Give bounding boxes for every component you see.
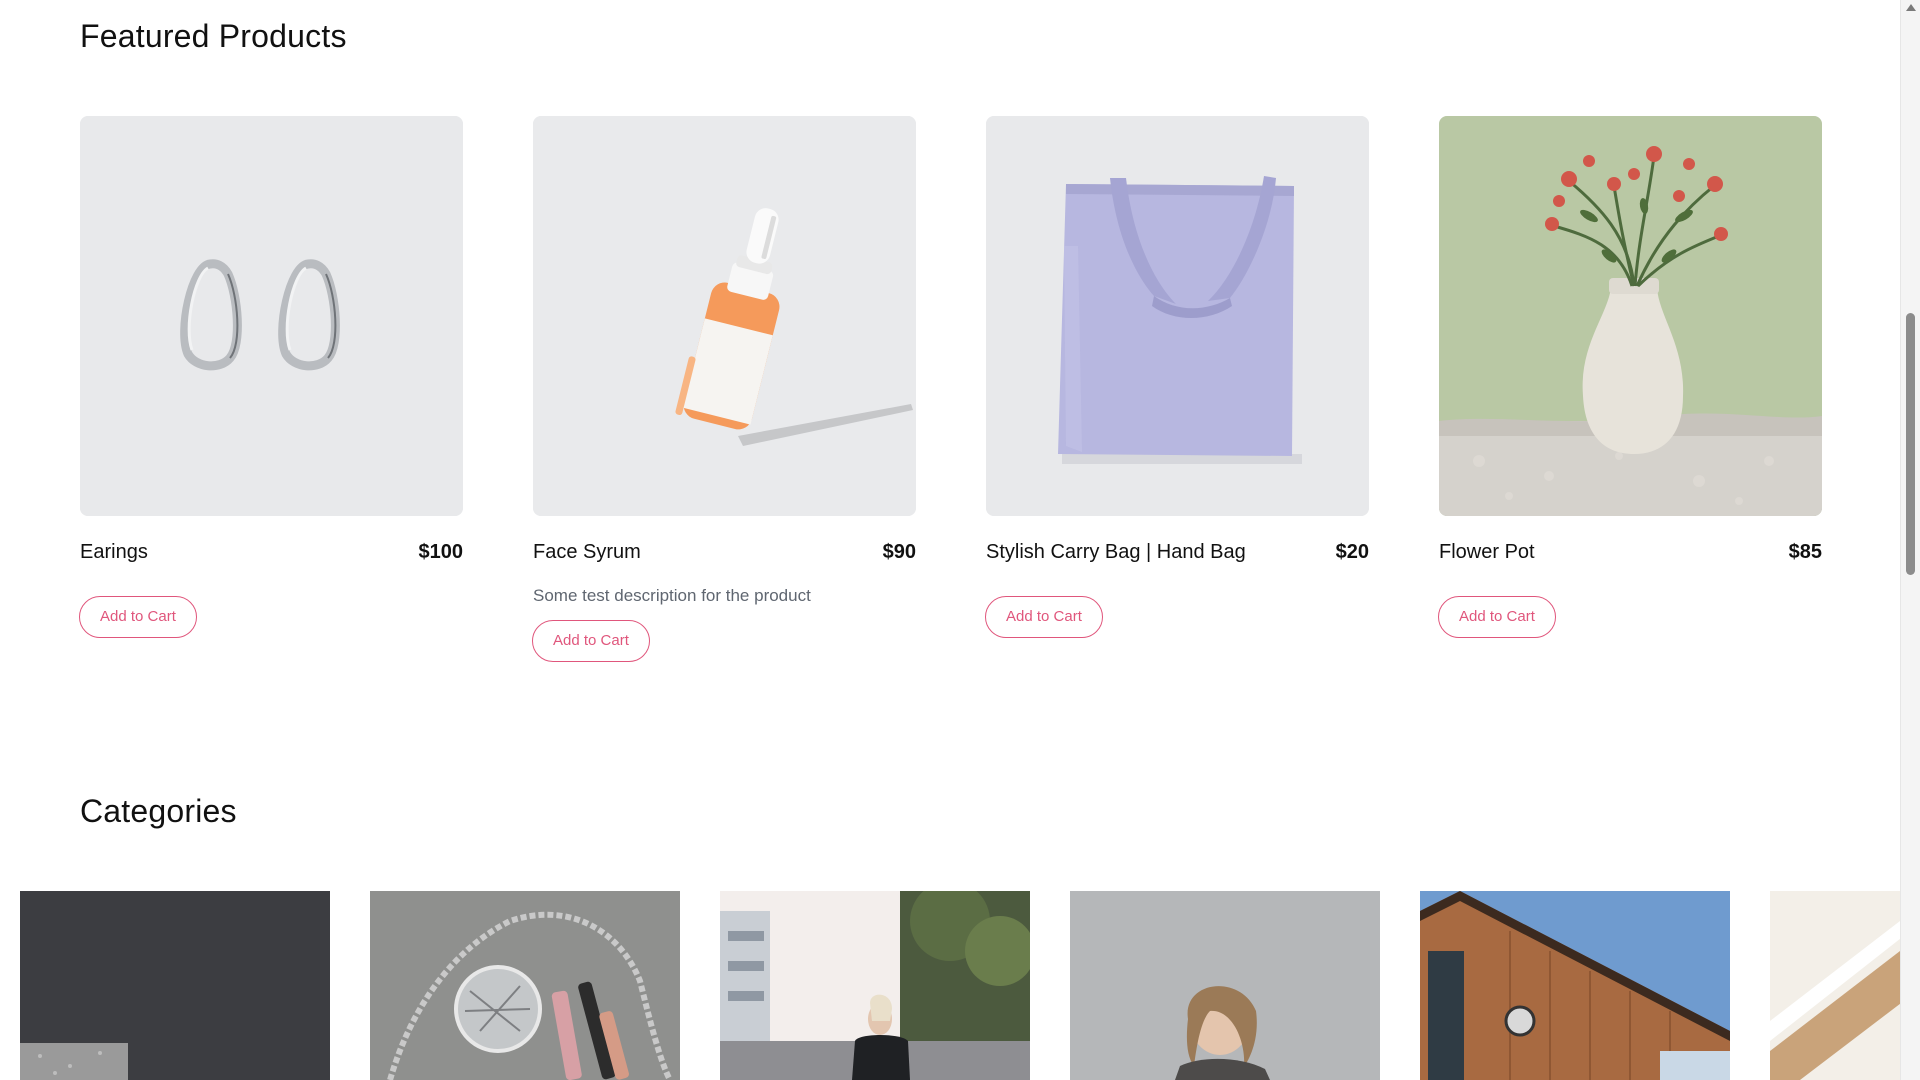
product-card[interactable]: Face Syrum $90 Some test description for… (532, 116, 916, 662)
product-price: $85 (1788, 540, 1822, 563)
flower-vase-image[interactable] (1439, 116, 1822, 516)
add-to-cart-button[interactable]: Add to Cart (985, 596, 1103, 638)
category-image (720, 891, 1030, 1080)
category-tile[interactable] (370, 891, 680, 1080)
product-price: $100 (418, 540, 464, 563)
add-to-cart-button[interactable]: Add to Cart (1438, 596, 1556, 638)
product-meta: Earings $100 (80, 538, 463, 566)
category-image (1770, 891, 1900, 1080)
category-tile[interactable] (1420, 891, 1730, 1080)
product-name[interactable]: Flower Pot (1439, 541, 1535, 564)
page-scrollbar[interactable] (1900, 0, 1920, 1080)
category-tile[interactable] (20, 891, 330, 1080)
product-price: $90 (882, 540, 916, 563)
product-card[interactable]: Stylish Carry Bag | Hand Bag $20 Add to … (985, 116, 1369, 638)
category-tile[interactable] (1070, 891, 1380, 1080)
product-meta: Face Syrum $90 (533, 538, 916, 566)
product-card[interactable]: Flower Pot $85 Add to Cart (1438, 116, 1822, 638)
product-price: $20 (1335, 540, 1369, 563)
page: Featured Products Earings $100 Add to Ca… (0, 0, 1900, 1080)
category-carousel (20, 891, 1900, 1080)
product-meta: Flower Pot $85 (1439, 538, 1822, 566)
category-tile[interactable] (720, 891, 1030, 1080)
add-to-cart-button[interactable]: Add to Cart (532, 620, 650, 662)
product-card[interactable]: Earings $100 Add to Cart (79, 116, 463, 638)
categories-heading: Categories (80, 793, 237, 829)
featured-products-heading: Featured Products (80, 18, 347, 54)
scrollbar-thumb[interactable] (1906, 313, 1915, 575)
product-grid: Earings $100 Add to Cart Face Syrum $90 … (79, 116, 1822, 676)
scroll-up-arrow-icon[interactable] (1906, 4, 1916, 11)
product-meta: Stylish Carry Bag | Hand Bag $20 (986, 538, 1369, 566)
serum-bottle-image[interactable] (533, 116, 916, 516)
earrings-image[interactable] (80, 116, 463, 516)
add-to-cart-button[interactable]: Add to Cart (79, 596, 197, 638)
category-image (1070, 891, 1380, 1080)
category-image (1420, 891, 1730, 1080)
category-image (20, 891, 330, 1080)
product-description: Some test description for the product (533, 586, 811, 605)
category-tile[interactable] (1770, 891, 1900, 1080)
product-name[interactable]: Earings (80, 541, 148, 564)
product-name[interactable]: Face Syrum (533, 541, 641, 564)
product-name[interactable]: Stylish Carry Bag | Hand Bag (986, 541, 1246, 564)
tote-bag-image[interactable] (986, 116, 1369, 516)
category-image (370, 891, 680, 1080)
